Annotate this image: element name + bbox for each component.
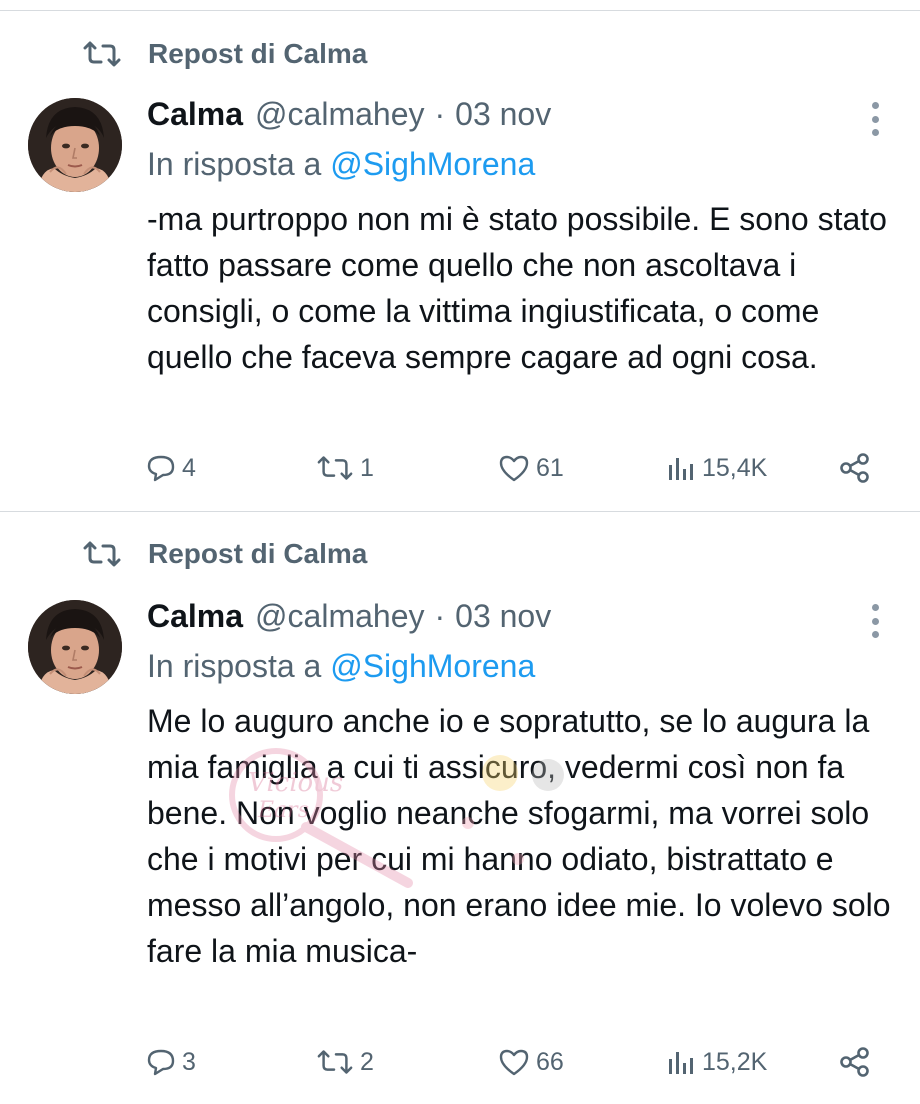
reply-context: In risposta a @SighMorena — [147, 146, 535, 183]
views-button[interactable]: 15,2K — [666, 1042, 767, 1082]
share-icon — [840, 453, 869, 483]
reply-mention[interactable]: @SighMorena — [330, 648, 535, 684]
tweet[interactable]: Repost di Calma Calma @calmahey · 03 nov… — [0, 0, 920, 512]
reply-context: In risposta a @SighMorena — [147, 648, 535, 685]
reply-button[interactable]: 4 — [146, 448, 196, 488]
repost-button[interactable]: 1 — [316, 448, 374, 488]
view-count: 15,2K — [702, 1047, 768, 1076]
reply-mention[interactable]: @SighMorena — [330, 146, 535, 182]
display-name[interactable]: Calma — [147, 96, 243, 133]
reply-prefix: In risposta a — [147, 146, 322, 182]
share-button[interactable] — [838, 448, 878, 488]
more-icon[interactable] — [870, 102, 880, 136]
avatar[interactable] — [28, 98, 122, 192]
repost-icon — [83, 541, 121, 567]
reply-button[interactable]: 3 — [146, 1042, 196, 1082]
share-icon — [840, 1047, 869, 1077]
action-bar: 3 2 66 15,2K — [146, 1042, 886, 1082]
tweet-text: -ma purtroppo non mi è stato possibile. … — [147, 201, 887, 375]
handle[interactable]: @calmahey — [255, 598, 424, 635]
repost-count: 2 — [360, 1047, 374, 1076]
repost-icon — [317, 456, 353, 480]
tweet-header: Calma @calmahey · 03 nov — [147, 598, 551, 638]
tweet-header: Calma @calmahey · 03 nov — [147, 96, 551, 136]
repost-context: Repost di Calma — [82, 36, 367, 72]
like-button[interactable]: 66 — [498, 1042, 564, 1082]
like-count: 66 — [536, 1047, 564, 1076]
like-icon — [499, 455, 529, 482]
timestamp[interactable]: 03 nov — [455, 96, 551, 133]
like-count: 61 — [536, 453, 564, 482]
avatar[interactable] — [28, 600, 122, 694]
tweet[interactable]: Repost di Calma Calma @calmahey · 03 nov… — [0, 512, 920, 1104]
repost-label[interactable]: Repost di Calma — [148, 538, 367, 570]
separator: · — [434, 96, 446, 132]
repost-icon — [317, 1050, 353, 1074]
repost-count: 1 — [360, 453, 374, 482]
like-button[interactable]: 61 — [498, 448, 564, 488]
views-icon — [669, 1052, 693, 1074]
reply-prefix: In risposta a — [147, 648, 322, 684]
view-count: 15,4K — [702, 453, 768, 482]
views-icon — [669, 458, 693, 480]
repost-icon — [83, 41, 121, 67]
more-icon[interactable] — [870, 604, 880, 638]
reply-count: 3 — [182, 1047, 196, 1076]
views-button[interactable]: 15,4K — [666, 448, 767, 488]
share-button[interactable] — [838, 1042, 878, 1082]
separator: · — [434, 598, 446, 634]
timestamp[interactable]: 03 nov — [455, 598, 551, 635]
repost-label[interactable]: Repost di Calma — [148, 38, 367, 70]
repost-context: Repost di Calma — [82, 536, 367, 572]
action-bar: 4 1 61 15,4K — [146, 448, 886, 488]
display-name[interactable]: Calma — [147, 598, 243, 635]
like-icon — [499, 1049, 529, 1076]
reply-count: 4 — [182, 453, 196, 482]
repost-button[interactable]: 2 — [316, 1042, 374, 1082]
reply-icon — [147, 1049, 175, 1076]
tweet-text: Me lo auguro anche io e sopratutto, se l… — [147, 703, 891, 969]
reply-icon — [147, 455, 175, 482]
handle[interactable]: @calmahey — [255, 96, 424, 133]
